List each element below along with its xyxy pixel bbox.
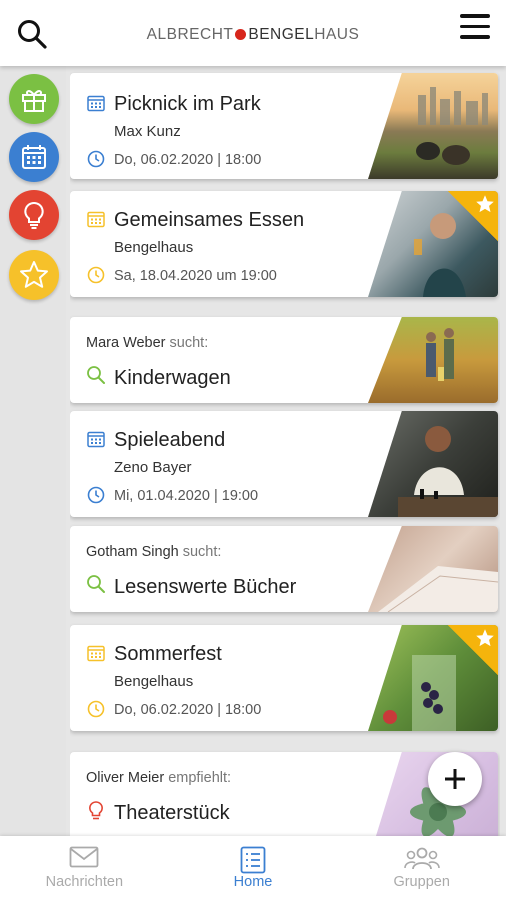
- calendar-icon: [87, 431, 105, 448]
- tab-label: Home: [233, 874, 273, 890]
- event-host: Zeno Bayer: [114, 459, 192, 476]
- tab-label: Nachrichten: [45, 874, 124, 890]
- search-card[interactable]: Gotham Singh sucht: Lesenswerte Bücher: [70, 526, 498, 612]
- author-verb: sucht:: [169, 335, 209, 351]
- clock-icon: [87, 150, 105, 168]
- event-title: Sommerfest: [114, 643, 222, 665]
- event-host: Max Kunz: [114, 123, 181, 140]
- event-card[interactable]: Gemeinsames Essen Bengelhaus Sa, 18.04.2…: [70, 191, 498, 297]
- group-icon: [403, 847, 440, 870]
- logo-text-haus: HAUS: [314, 26, 360, 43]
- search-card[interactable]: Mara Weber sucht: Kinderwagen: [70, 317, 498, 403]
- feed-list: Picknick im Park Max Kunz Do, 06.02.2020…: [70, 66, 500, 836]
- city-picnic-photo: [368, 73, 498, 179]
- filter-events-button[interactable]: [9, 132, 59, 182]
- star-icon: [476, 195, 494, 213]
- hamburger-icon-bar: [460, 35, 490, 39]
- search-author-line: Mara Weber sucht:: [86, 335, 208, 351]
- search-icon: [87, 575, 105, 593]
- lightbulb-icon: [89, 801, 103, 820]
- event-title: Spieleabend: [114, 429, 226, 451]
- logo-text-albrecht: ALBRECHT: [146, 26, 234, 43]
- event-card[interactable]: Spieleabend Zeno Bayer Mi, 01.04.2020 | …: [70, 411, 498, 517]
- author-name: Mara Weber: [86, 335, 166, 351]
- calendar-icon: [22, 145, 46, 169]
- author-verb: sucht:: [182, 544, 222, 560]
- event-host: Bengelhaus: [114, 673, 194, 690]
- event-title: Gemeinsames Essen: [114, 209, 305, 231]
- event-card[interactable]: Picknick im Park Max Kunz Do, 06.02.2020…: [70, 73, 498, 179]
- event-date: Do, 06.02.2020 | 18:00: [114, 152, 262, 168]
- family-park-photo: [368, 317, 498, 403]
- add-post-button[interactable]: [428, 752, 482, 806]
- app-logo: ALBRECHT BENGELHAUS: [0, 26, 506, 44]
- search-icon: [87, 366, 105, 384]
- featured-badge: [448, 625, 498, 675]
- event-date: Mi, 01.04.2020 | 19:00: [114, 488, 259, 504]
- logo-text-bengel: BENGEL: [248, 26, 315, 43]
- author-verb: empfiehlt:: [168, 770, 232, 786]
- recommend-author-line: Oliver Meier empfiehlt:: [86, 770, 231, 786]
- tab-label: Gruppen: [393, 874, 450, 890]
- logo-dot-icon: [235, 29, 247, 40]
- top-bar: ALBRECHT BENGELHAUS: [0, 0, 506, 66]
- tab-nachrichten[interactable]: Nachrichten: [0, 836, 169, 900]
- clock-icon: [87, 700, 105, 718]
- lightbulb-icon: [24, 201, 44, 229]
- hamburger-icon-bar: [460, 24, 490, 28]
- plus-icon: [445, 769, 465, 789]
- star-icon: [476, 629, 494, 647]
- author-name: Oliver Meier: [86, 770, 165, 786]
- calendar-icon: [87, 211, 105, 228]
- calendar-icon: [87, 645, 105, 662]
- menu-button[interactable]: [460, 14, 490, 42]
- home-list-icon: [240, 846, 266, 874]
- filter-gifts-button[interactable]: [9, 74, 59, 124]
- envelope-icon: [69, 846, 99, 868]
- category-sidebar: [0, 66, 66, 836]
- search-title: Lesenswerte Bücher: [114, 576, 297, 598]
- tab-gruppen[interactable]: Gruppen: [337, 836, 506, 900]
- author-name: Gotham Singh: [86, 544, 179, 560]
- event-card[interactable]: Sommerfest Bengelhaus Do, 06.02.2020 | 1…: [70, 625, 498, 731]
- featured-badge: [448, 191, 498, 241]
- bottom-navigation: Nachrichten Home Gruppen: [0, 836, 506, 900]
- filter-ideas-button[interactable]: [9, 190, 59, 240]
- star-icon: [20, 261, 48, 288]
- filter-favorites-button[interactable]: [9, 250, 59, 300]
- search-author-line: Gotham Singh sucht:: [86, 544, 221, 560]
- calendar-icon: [87, 95, 105, 112]
- recommend-title: Theaterstück: [114, 802, 230, 824]
- book-photo: [368, 526, 498, 612]
- gift-icon: [22, 90, 46, 112]
- clock-icon: [87, 486, 105, 504]
- hamburger-icon-bar: [460, 14, 490, 18]
- event-host: Bengelhaus: [114, 239, 194, 256]
- event-title: Picknick im Park: [114, 93, 261, 115]
- chess-photo: [368, 411, 498, 517]
- event-date: Sa, 18.04.2020 um 19:00: [114, 268, 277, 284]
- clock-icon: [87, 266, 105, 284]
- event-date: Do, 06.02.2020 | 18:00: [114, 702, 262, 718]
- search-title: Kinderwagen: [114, 367, 231, 389]
- tab-home[interactable]: Home: [169, 836, 338, 900]
